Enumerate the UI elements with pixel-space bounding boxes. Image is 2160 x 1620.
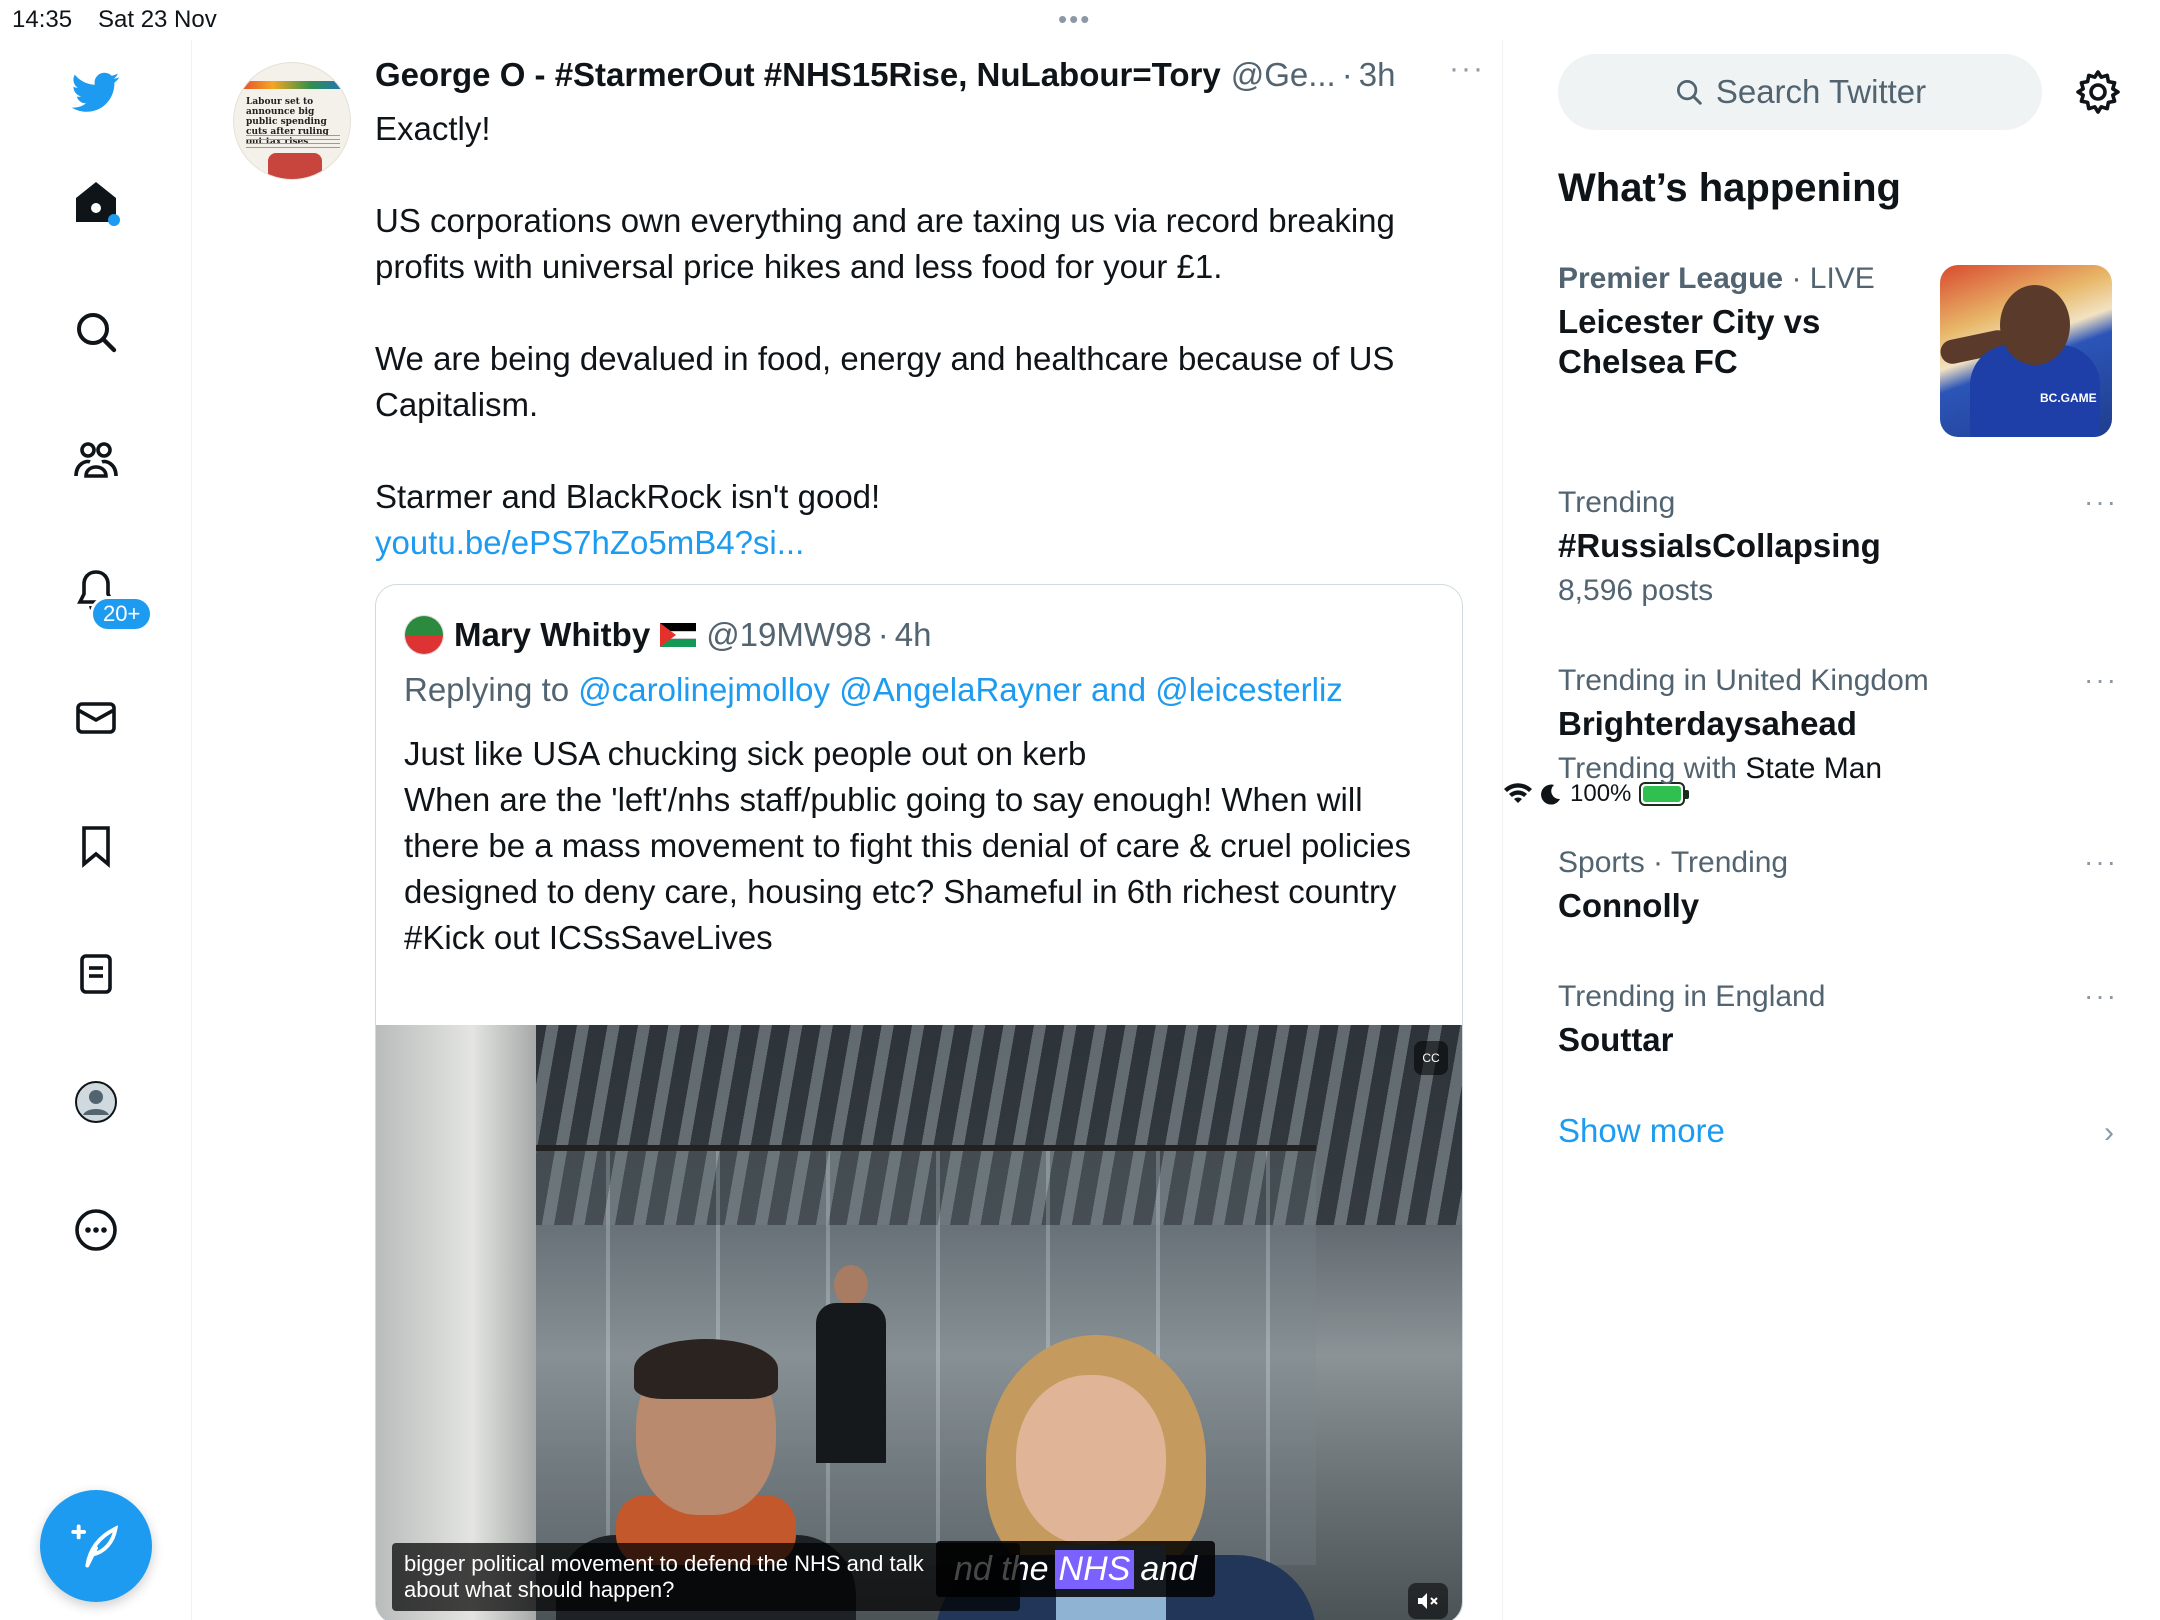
author-avatar[interactable]: Labour set to announce big public spendi…	[233, 62, 351, 180]
trend-item[interactable]: Trending #RussiaIsCollapsing 8,596 posts…	[1558, 486, 2118, 608]
mute-button[interactable]	[1408, 1583, 1448, 1619]
tweet-line: Starmer and BlackRock isn't good!	[375, 478, 881, 515]
mention-link[interactable]: @carolinejmolloy	[578, 671, 830, 708]
quoted-tweet[interactable]: Mary Whitby @19MW98 · 4h Replying to @ca…	[375, 584, 1463, 1620]
quote-author-name[interactable]: Mary Whitby	[454, 616, 650, 654]
chevron-right-icon[interactable]: ›	[2104, 1116, 2114, 1150]
speaker-muted-icon	[1418, 1593, 1438, 1609]
trend-title: Leicester City vs Chelsea FC	[1558, 303, 1821, 380]
trend-thumbnail[interactable]: BC.GAME	[1940, 265, 2112, 437]
quote-line: #Kick out ICSsSaveLives	[404, 919, 773, 956]
trending-with-name[interactable]: State Man	[1745, 752, 1882, 785]
trend-post-count: 8,596 posts	[1558, 574, 1714, 607]
trend-item[interactable]: Sports · Trending Connolly ···	[1558, 846, 2118, 926]
notifications-badge: 20+	[90, 596, 154, 632]
quote-body: Just like USA chucking sick people out o…	[404, 731, 1434, 961]
mention-link[interactable]: @AngelaRayner	[839, 671, 1082, 708]
video-player[interactable]: CC nd the NHS and bigger political movem…	[376, 1025, 1462, 1620]
quote-author-handle[interactable]: @19MW98	[706, 616, 872, 654]
quote-line: Just like USA chucking sick people out o…	[404, 735, 1087, 772]
more-options-icon[interactable]	[58, 1192, 134, 1268]
communities-icon[interactable]	[58, 422, 134, 498]
quote-line: When are the 'left'/nhs staff/public goi…	[404, 781, 1411, 910]
compose-tweet-button[interactable]	[40, 1490, 152, 1602]
trend-item[interactable]: Trending in United Kingdom Brighterdaysa…	[1558, 664, 2118, 786]
quote-author-avatar[interactable]	[404, 615, 444, 655]
left-nav: 20+	[0, 40, 192, 1620]
replying-prefix: Replying to	[404, 671, 570, 708]
lists-icon[interactable]	[58, 936, 134, 1012]
tweet-header: George O - #StarmerOut #NHS15Rise, NuLab…	[375, 52, 1485, 94]
closed-captions-button[interactable]: CC	[1414, 1041, 1448, 1075]
trend-item[interactable]: Trending in England Souttar ···	[1558, 980, 2118, 1060]
search-box[interactable]: Search Twitter	[1558, 54, 2042, 130]
video-caption: bigger political movement to defend the …	[392, 1543, 1020, 1611]
status-bar: 14:35 Sat 23 Nov ••• 100%	[0, 0, 2160, 807]
status-time: 14:35	[12, 6, 73, 33]
home-icon[interactable]	[58, 164, 134, 240]
profile-avatar-icon[interactable]	[58, 1064, 134, 1140]
trend-title: Connolly	[1558, 887, 1700, 924]
tweet-link[interactable]: youtu.be/ePS7hZo5mB4?si...	[375, 520, 1435, 566]
trend-more-icon[interactable]: ···	[2084, 486, 2118, 518]
trend-more-icon[interactable]: ···	[2084, 664, 2118, 696]
home-unread-dot	[108, 214, 120, 226]
trend-more-icon[interactable]: ···	[2084, 846, 2118, 878]
search-icon	[1676, 80, 1702, 105]
tweet-line: We are being devalued in food, energy an…	[375, 340, 1395, 423]
replying-to: Replying to @carolinejmolloy @AngelaRayn…	[404, 671, 1343, 709]
trend-title: #RussiaIsCollapsing	[1558, 527, 1881, 564]
search-placeholder: Search Twitter	[1715, 73, 1927, 110]
palestine-flag-icon	[660, 623, 697, 647]
tweet-line: Exactly!	[375, 110, 491, 147]
replying-and: and	[1091, 671, 1147, 708]
status-date: Sat 23 Nov	[98, 6, 217, 33]
trend-title: Brighterdaysahead	[1558, 705, 1857, 742]
messages-envelope-icon[interactable]	[58, 680, 134, 756]
compose-feather-icon	[71, 1524, 119, 1568]
bookmarks-icon[interactable]	[58, 808, 134, 884]
twitter-logo-icon[interactable]	[58, 54, 134, 130]
tweet-author-handle[interactable]: @Ge...	[1231, 56, 1336, 94]
tweet-time[interactable]: 3h	[1359, 56, 1396, 94]
quote-header: Mary Whitby @19MW98 · 4h	[404, 613, 931, 657]
mention-link[interactable]: @leicesterliz	[1155, 671, 1343, 708]
timeline: Labour set to announce big public spendi…	[193, 40, 1503, 1620]
trend-title: Souttar	[1558, 1021, 1674, 1058]
settings-gear-icon[interactable]	[2074, 68, 2122, 116]
app-root: 14:35 Sat 23 Nov ••• 100% 20+ Labour set…	[0, 0, 2160, 1620]
show-more-link[interactable]: Show more	[1558, 1112, 1725, 1150]
tweet-line: US corporations own everything and are t…	[375, 202, 1395, 285]
right-sidebar: Search Twitter What’s happening Premier …	[1504, 40, 2160, 1620]
multitask-dots-icon[interactable]: •••	[1058, 4, 1091, 35]
whats-happening-heading: What’s happening	[1558, 166, 1901, 210]
explore-search-icon[interactable]	[58, 294, 134, 370]
tweet-body: Exactly! US corporations own everything …	[375, 106, 1435, 566]
tweet-author-name[interactable]: George O - #StarmerOut #NHS15Rise, NuLab…	[375, 56, 1221, 94]
trend-more-icon[interactable]: ···	[2084, 980, 2118, 1012]
tweet-more-icon[interactable]: ···	[1449, 52, 1485, 86]
quote-time[interactable]: 4h	[895, 616, 932, 654]
trend-item[interactable]: Premier League · LIVE Leicester City vs …	[1558, 262, 1928, 382]
